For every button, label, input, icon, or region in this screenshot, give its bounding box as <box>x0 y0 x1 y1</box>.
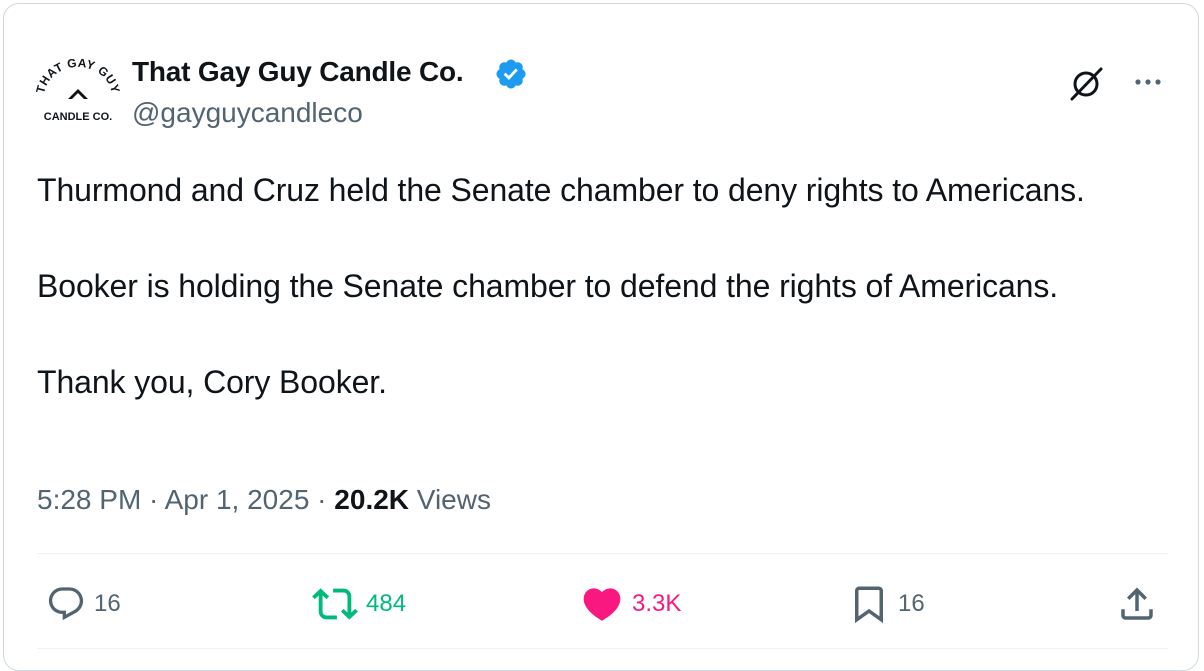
tweet-paragraph: Thank you, Cory Booker. <box>37 364 387 400</box>
tweet-time[interactable]: 5:28 PM <box>37 484 141 515</box>
meta-separator: · <box>309 484 335 515</box>
tweet-text: Thurmond and Cruz held the Senate chambe… <box>37 166 1187 406</box>
divider <box>37 553 1168 554</box>
divider <box>37 648 1168 649</box>
more-horizontal-icon <box>1135 79 1161 85</box>
tweet-paragraph: Thurmond and Cruz held the Senate chambe… <box>37 172 1085 208</box>
retweet-button[interactable]: 484 <box>312 582 406 626</box>
views-label: Views <box>409 484 491 515</box>
svg-text:THAT GAY GUY: THAT GAY GUY <box>34 56 122 95</box>
author-handle[interactable]: @gayguycandleco <box>132 97 363 129</box>
grok-button[interactable] <box>1066 63 1106 103</box>
bookmark-count: 16 <box>898 590 925 617</box>
tweet-paragraph: Booker is holding the Senate chamber to … <box>37 268 1059 304</box>
reply-count: 16 <box>94 590 121 617</box>
svg-text:CANDLE CO.: CANDLE CO. <box>44 111 112 123</box>
reply-button[interactable]: 16 <box>46 582 121 626</box>
share-button[interactable] <box>1116 582 1158 626</box>
author-name[interactable]: That Gay Guy Candle Co. <box>132 56 464 88</box>
tweet-metadata: 5:28 PM · Apr 1, 2025 · 20.2K Views <box>37 484 491 516</box>
like-button[interactable]: 3.3K <box>580 582 681 626</box>
retweet-count: 484 <box>366 590 407 617</box>
more-options-button[interactable] <box>1128 63 1168 103</box>
author-avatar[interactable]: THAT GAY GUY CANDLE CO. <box>33 53 122 133</box>
reply-icon <box>48 587 84 621</box>
views-count: 20.2K <box>334 484 410 515</box>
verified-badge-icon <box>494 57 528 91</box>
grok-icon <box>1070 67 1103 101</box>
bookmark-button[interactable]: 16 <box>848 582 925 626</box>
tweet-date[interactable]: Apr 1, 2025 <box>165 484 310 515</box>
candle-logo-icon: THAT GAY GUY CANDLE CO. <box>33 56 122 123</box>
retweet-icon <box>312 588 358 620</box>
bookmark-icon <box>855 586 883 624</box>
like-count: 3.3K <box>632 590 682 617</box>
share-icon <box>1121 587 1153 620</box>
heart-icon <box>583 588 621 621</box>
meta-separator: · <box>141 484 165 515</box>
